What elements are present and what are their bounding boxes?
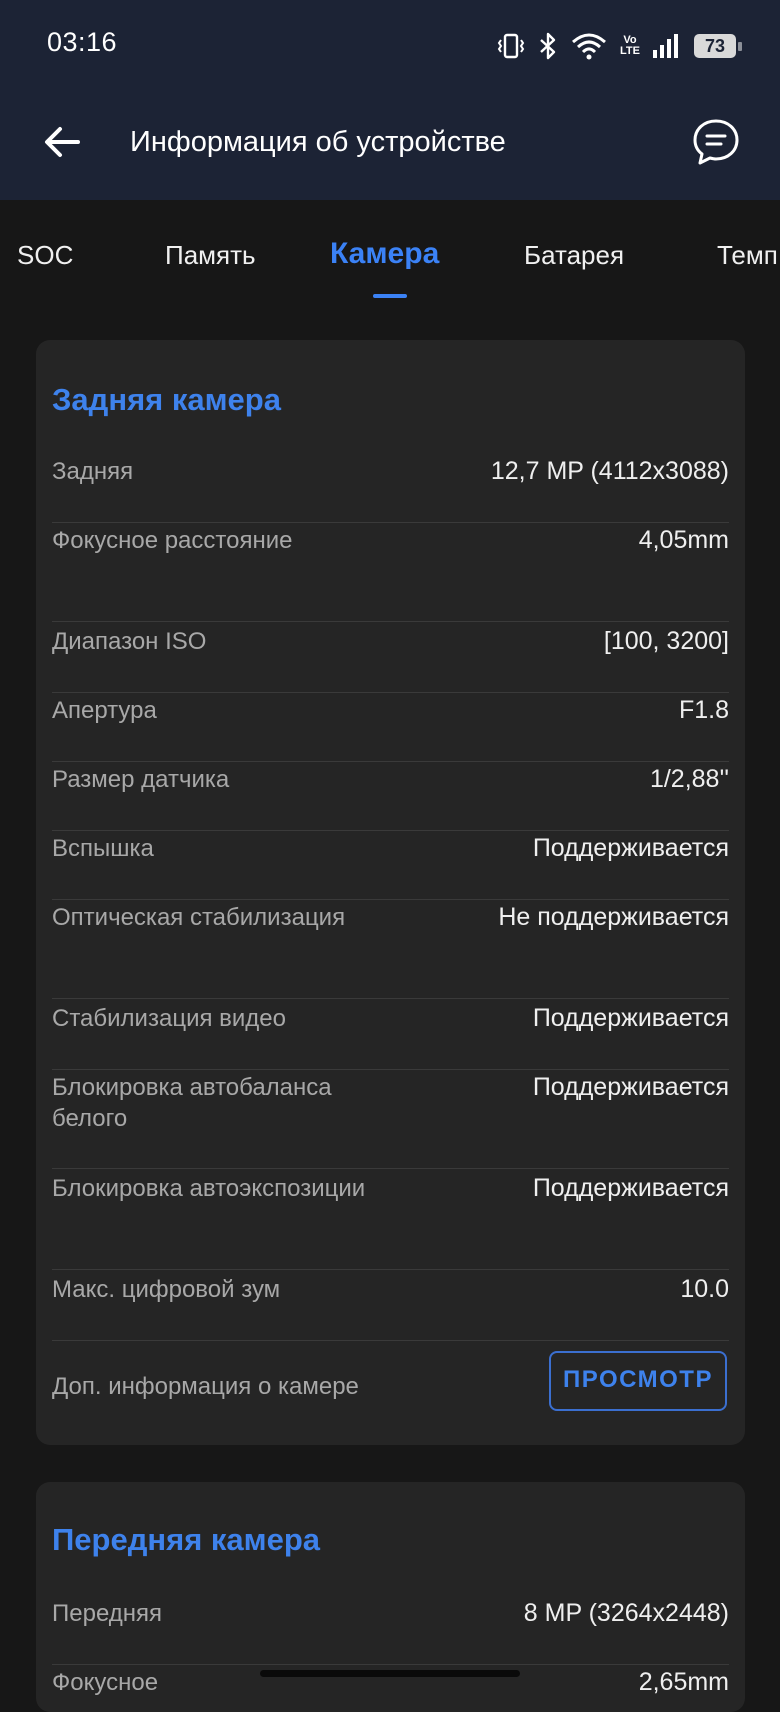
front-camera-card: Передняя камера Передняя 8 MP (3264x2448…: [36, 1482, 745, 1712]
app-bar: Информация об устройстве: [0, 100, 780, 185]
row-label: Оптическая стабилизация: [52, 904, 346, 931]
status-bar: 03:16 Vo LTE 73: [0, 0, 780, 90]
row-value: [100, 3200]: [603, 627, 729, 655]
row-label: Размер датчика: [52, 766, 230, 793]
more-info-label: Доп. информация о камере: [52, 1373, 359, 1400]
table-row: Вспышка Поддерживается: [52, 833, 729, 900]
table-row: Размер датчика 1/2,88'': [52, 764, 729, 831]
row-label: Диапазон ISO: [52, 628, 207, 655]
row-label: Макс. цифровой зум: [52, 1276, 281, 1303]
row-value: 12,7 MP (4112x3088): [490, 457, 729, 485]
row-label: Блокировка автобаланса белого: [52, 1074, 332, 1132]
back-arrow-icon[interactable]: [38, 118, 86, 166]
top-app-bar: 03:16 Vo LTE 73 Информация об устройстве: [0, 0, 780, 200]
tab-temperature[interactable]: Темп: [717, 240, 778, 271]
table-row: Диапазон ISO [100, 3200]: [52, 626, 729, 693]
table-row: Задняя 12,7 MP (4112x3088): [52, 456, 729, 523]
row-value: Поддерживается: [532, 1174, 729, 1202]
volte-icon: Vo LTE: [620, 34, 640, 57]
table-row: Передняя 8 MP (3264x2448): [52, 1598, 729, 1665]
row-value: Поддерживается: [532, 834, 729, 862]
rear-camera-card: Задняя камера Задняя 12,7 MP (4112x3088)…: [36, 340, 745, 1445]
row-value: Не поддерживается: [498, 903, 729, 931]
status-icons: Vo LTE 73: [496, 28, 742, 64]
tab-soc[interactable]: SOC: [17, 240, 73, 271]
row-label: Вспышка: [52, 835, 154, 862]
row-label: Блокировка автоэкспозиции: [52, 1175, 366, 1202]
tab-bar: SOC Память Камера Батарея Темп: [0, 200, 780, 305]
table-row: Стабилизация видео Поддерживается: [52, 1003, 729, 1070]
row-label: Фокусное расстояние: [52, 527, 293, 554]
row-value: Поддерживается: [532, 1073, 729, 1101]
row-value: 4,05mm: [638, 526, 729, 554]
tab-memory[interactable]: Память: [165, 240, 256, 271]
feedback-chat-icon[interactable]: [690, 116, 742, 168]
row-value: 2,65mm: [638, 1668, 729, 1696]
table-row: Фокусное расстояние 4,05mm: [52, 525, 729, 622]
signal-icon: [652, 33, 682, 59]
row-value: 10.0: [680, 1275, 729, 1303]
tab-camera[interactable]: Камера: [330, 237, 439, 271]
table-row: Оптическая стабилизация Не поддерживаетс…: [52, 902, 729, 999]
row-value: 8 MP (3264x2448): [523, 1599, 729, 1627]
tab-battery[interactable]: Батарея: [524, 240, 624, 271]
row-label: Задняя: [52, 458, 134, 485]
vibrate-icon: [496, 32, 526, 60]
page-title: Информация об устройстве: [130, 126, 506, 158]
wifi-icon: [570, 32, 608, 60]
row-label: Передняя: [52, 1600, 163, 1627]
table-row: Апертура F1.8: [52, 695, 729, 762]
row-value: Поддерживается: [532, 1004, 729, 1032]
battery-level: 73: [704, 35, 726, 56]
row-value: 1/2,88'': [649, 765, 729, 793]
bluetooth-icon: [538, 31, 558, 61]
view-more-button[interactable]: ПРОСМОТР: [549, 1351, 727, 1411]
row-label: Стабилизация видео: [52, 1005, 286, 1032]
row-value: F1.8: [678, 696, 729, 724]
battery-icon: 73: [694, 34, 742, 58]
front-camera-title: Передняя камера: [52, 1522, 320, 1557]
table-row: Блокировка автобаланса белого Поддержива…: [52, 1072, 729, 1169]
table-row: Макс. цифровой зум 10.0: [52, 1274, 729, 1341]
rear-camera-title: Задняя камера: [52, 382, 281, 417]
table-row: Блокировка автоэкспозиции Поддерживается: [52, 1173, 729, 1270]
home-indicator[interactable]: [260, 1670, 520, 1677]
active-tab-indicator: [373, 294, 407, 298]
row-label: Апертура: [52, 697, 157, 724]
status-time: 03:16: [47, 27, 118, 57]
